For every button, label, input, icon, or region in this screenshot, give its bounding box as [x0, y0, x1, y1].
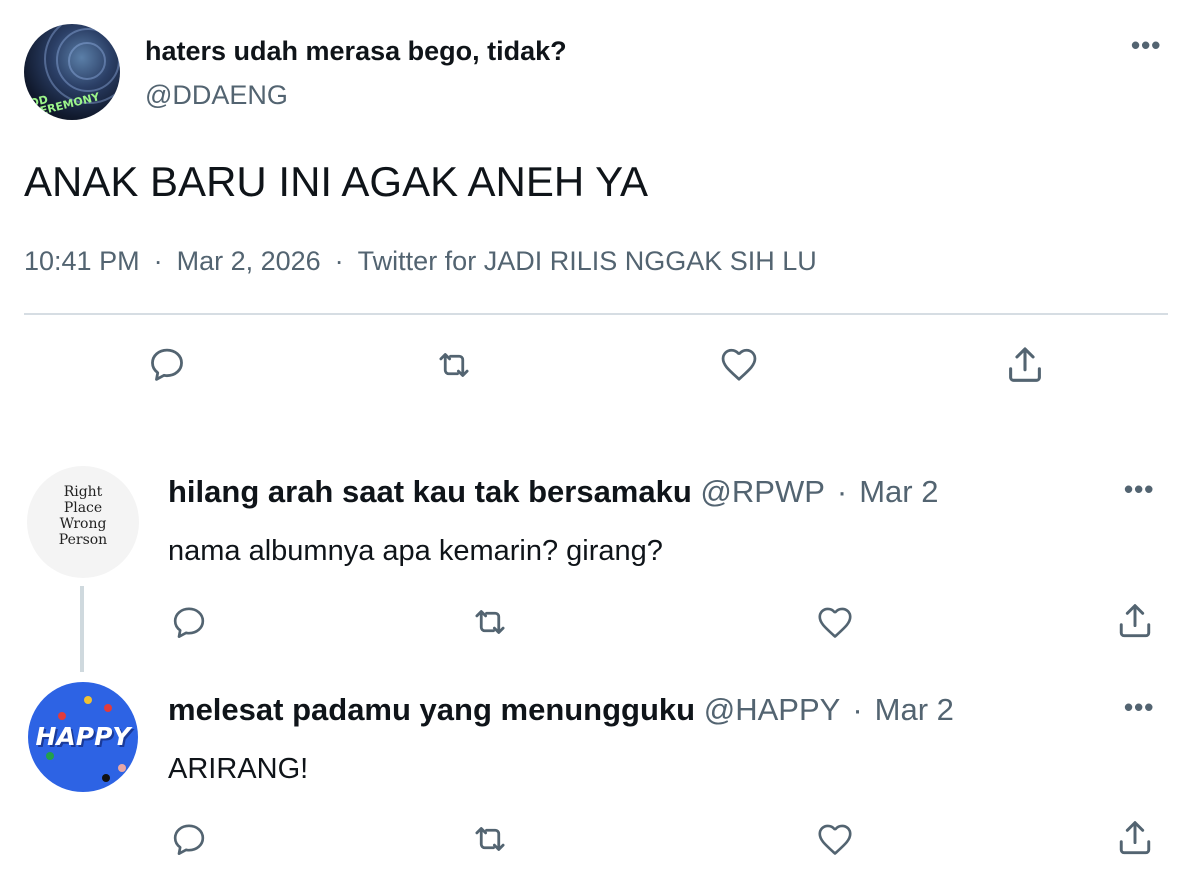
reply-display-name[interactable]: hilang arah saat kau tak bersamaku [168, 474, 692, 509]
reply-icon[interactable] [169, 820, 209, 860]
avatar-label: HAPPY [35, 722, 131, 751]
reply-date[interactable]: Mar 2 [875, 692, 954, 727]
author-display-name[interactable]: haters udah merasa bego, tidak? [145, 36, 567, 67]
tweet-time[interactable]: 10:41 PM [24, 246, 140, 276]
reply-icon[interactable] [169, 603, 209, 643]
avatar-label: Right Place Wrong Person [58, 484, 108, 548]
reply-handle[interactable]: @RPWP [700, 474, 824, 509]
tweet-meta: 10:41 PM · Mar 2, 2026 · Twitter for JADI RI… [24, 246, 817, 277]
more-options-button[interactable]: ••• [1124, 692, 1154, 723]
reply-avatar[interactable]: HAPPY [28, 682, 138, 792]
reply-handle[interactable]: @HAPPY [704, 692, 841, 727]
heart-icon[interactable] [716, 342, 762, 386]
meta-separator: · [836, 474, 848, 509]
reply-date[interactable]: Mar 2 [859, 474, 938, 509]
share-icon[interactable] [1113, 599, 1157, 643]
tweet-text: ANAK BARU INI AGAK ANEH YA [24, 158, 648, 205]
retweet-icon[interactable] [430, 344, 478, 386]
reply-avatar[interactable]: Right Place Wrong Person [27, 466, 139, 578]
meta-separator: · [153, 246, 163, 276]
reply-text: nama albumnya apa kemarin? girang? [168, 535, 663, 567]
meta-separator: · [334, 246, 344, 276]
reply-text: ARIRANG! [168, 753, 309, 785]
meta-separator: · [852, 692, 863, 727]
more-options-button[interactable]: ••• [1131, 30, 1161, 61]
divider [24, 313, 1168, 315]
retweet-icon[interactable] [467, 818, 513, 860]
author-handle[interactable]: @DDAENG [145, 80, 288, 111]
tweet-date[interactable]: Mar 2, 2026 [177, 246, 321, 276]
share-icon[interactable] [1002, 342, 1048, 388]
heart-icon[interactable] [813, 601, 857, 643]
reply-header: hilang arah saat kau tak bersamaku @RPWP… [168, 474, 938, 510]
reply-header: melesat padamu yang menungguku @HAPPY · Ma… [168, 692, 954, 728]
reply-icon[interactable] [146, 344, 188, 386]
share-icon[interactable] [1113, 816, 1157, 860]
heart-icon[interactable] [813, 818, 857, 860]
more-options-button[interactable]: ••• [1124, 474, 1154, 505]
retweet-icon[interactable] [467, 601, 513, 643]
thread-line [80, 586, 84, 672]
tweet-source[interactable]: Twitter for JADI RILIS NGGAK SIH LU [358, 246, 817, 276]
author-avatar[interactable]: DD CEREMONY [24, 24, 120, 120]
reply-display-name[interactable]: melesat padamu yang menungguku [168, 692, 695, 727]
